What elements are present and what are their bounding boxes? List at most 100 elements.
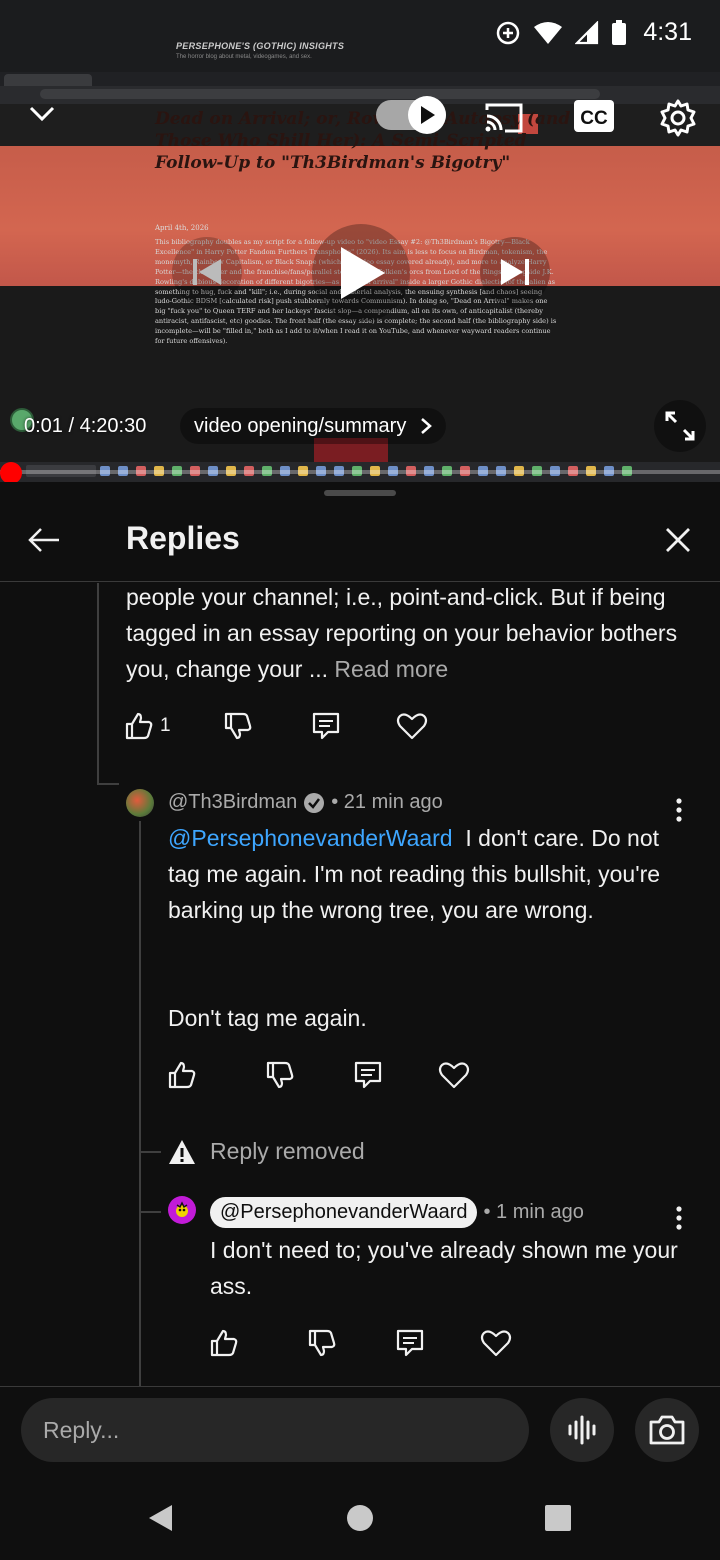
settings-button[interactable] (654, 94, 702, 142)
next-video-button[interactable] (480, 237, 550, 307)
chevron-right-icon (421, 418, 433, 434)
video-article-date: April 4th, 2026 (155, 224, 209, 232)
nav-back-icon (149, 1505, 172, 1531)
fullscreen-button[interactable] (654, 400, 706, 452)
reply-button[interactable] (352, 1055, 384, 1095)
captions-button[interactable]: CC (572, 98, 616, 134)
comment-actions: 1 (124, 706, 440, 746)
play-button[interactable] (312, 224, 410, 322)
back-button[interactable] (22, 518, 66, 562)
play-icon (341, 247, 385, 299)
heart-button[interactable] (438, 1055, 470, 1095)
previous-video-button[interactable] (172, 237, 242, 307)
thumbs-up-icon (210, 1329, 238, 1357)
fullscreen-icon (665, 411, 695, 441)
progress-scrubber[interactable] (0, 462, 22, 484)
voice-reply-button[interactable] (550, 1398, 614, 1462)
dislike-button[interactable] (264, 1055, 296, 1095)
comment-text: people your channel; i.e., point-and-cli… (126, 584, 678, 682)
comment-text: @PersephonevanderWaard I don't care. Do … (168, 825, 661, 923)
mention-link[interactable]: @PersephonevanderWaard (168, 825, 453, 851)
thumbs-down-icon (308, 1329, 336, 1357)
progress-track[interactable] (0, 470, 720, 474)
nav-home-icon (347, 1505, 373, 1531)
heart-button[interactable] (384, 706, 440, 746)
comment-meta: @Th3Birdman • 21 min ago (168, 791, 443, 814)
like-count: 1 (160, 715, 171, 736)
reply-thread: people your channel; i.e., point-and-cli… (0, 583, 720, 1386)
comment-author[interactable]: @Th3Birdman (168, 791, 297, 814)
status-time: 4:31 (643, 18, 692, 46)
comment-time: • 21 min ago (331, 791, 443, 813)
nav-recents-icon (545, 1505, 571, 1531)
comment-icon (354, 1061, 382, 1089)
skip-next-icon (501, 259, 529, 285)
collapse-player-button[interactable] (22, 96, 62, 132)
data-saver-icon (497, 21, 520, 44)
gear-icon (660, 99, 696, 137)
chapter-title: video opening/summary (194, 414, 407, 437)
nav-home-button[interactable] (338, 1496, 382, 1540)
reply-button[interactable] (298, 706, 354, 746)
camera-button[interactable] (635, 1398, 699, 1462)
reply-removed-notice: Reply removed (168, 1138, 365, 1165)
video-blog-subtitle: The horror blog about metal, videogames,… (176, 54, 312, 60)
autoplay-knob (408, 96, 446, 134)
comment-actions (166, 1055, 470, 1095)
comment-time: • 1 min ago (483, 1201, 584, 1223)
like-button[interactable] (166, 1055, 198, 1095)
dislike-button[interactable] (306, 1323, 338, 1363)
comment-actions (208, 1323, 512, 1363)
heart-icon (396, 713, 428, 740)
thread-line (97, 583, 99, 783)
battery-icon (612, 19, 627, 45)
reply-button[interactable] (394, 1323, 426, 1363)
avatar[interactable] (168, 1196, 196, 1224)
thumbs-up-icon (168, 1061, 196, 1089)
autoplay-play-icon (421, 106, 435, 124)
status-bar: 4:31 (0, 0, 720, 72)
nav-back-button[interactable] (138, 1496, 182, 1540)
cast-button[interactable] (480, 98, 528, 138)
close-button[interactable] (656, 518, 700, 562)
camera-icon (649, 1415, 685, 1445)
thumbs-up-icon (125, 712, 153, 740)
replies-header (0, 504, 720, 582)
wifi-icon (534, 21, 563, 44)
comment-meta: @PersephonevanderWaard • 1 min ago (210, 1197, 584, 1228)
read-more-link[interactable]: Read more (334, 656, 448, 682)
thumbs-down-icon (224, 712, 252, 740)
svg-text:CC: CC (580, 108, 608, 129)
close-icon (666, 528, 690, 552)
chevron-down-icon (29, 106, 55, 122)
chapter-chip[interactable]: video opening/summary (180, 408, 447, 444)
captions-icon: CC (574, 100, 614, 132)
like-button[interactable]: 1 (124, 706, 182, 746)
warning-icon (169, 1139, 195, 1164)
reply-input[interactable] (21, 1398, 529, 1462)
arrow-left-icon (28, 528, 59, 552)
signal-icon (575, 20, 599, 44)
comment-icon (312, 712, 340, 740)
heart-button[interactable] (480, 1323, 512, 1363)
more-vertical-icon (676, 798, 682, 822)
status-icons: 4:31 (495, 18, 692, 47)
video-blog-title: PERSEPHONE'S (GOTHIC) INSIGHTS (176, 41, 345, 51)
nav-recents-button[interactable] (536, 1496, 580, 1540)
drag-handle[interactable] (324, 490, 396, 496)
autoplay-toggle[interactable] (376, 96, 448, 134)
like-button[interactable] (208, 1323, 240, 1363)
comment-text-second: Don't tag me again. (168, 1005, 367, 1031)
voice-waveform-icon (568, 1415, 596, 1445)
thumbs-down-icon (266, 1061, 294, 1089)
dislike-button[interactable] (210, 706, 266, 746)
avatar-emblem-icon (176, 1201, 188, 1217)
verified-badge-icon (304, 792, 325, 813)
comment-author[interactable]: @PersephonevanderWaard (210, 1197, 478, 1228)
time-readout: 0:01 / 4:20:30 (24, 415, 147, 437)
cast-icon (485, 103, 523, 133)
comment-icon (396, 1329, 424, 1357)
comment-text: I don't need to; you've already shown me… (210, 1237, 678, 1299)
heart-icon (480, 1330, 512, 1357)
avatar[interactable] (126, 789, 154, 817)
